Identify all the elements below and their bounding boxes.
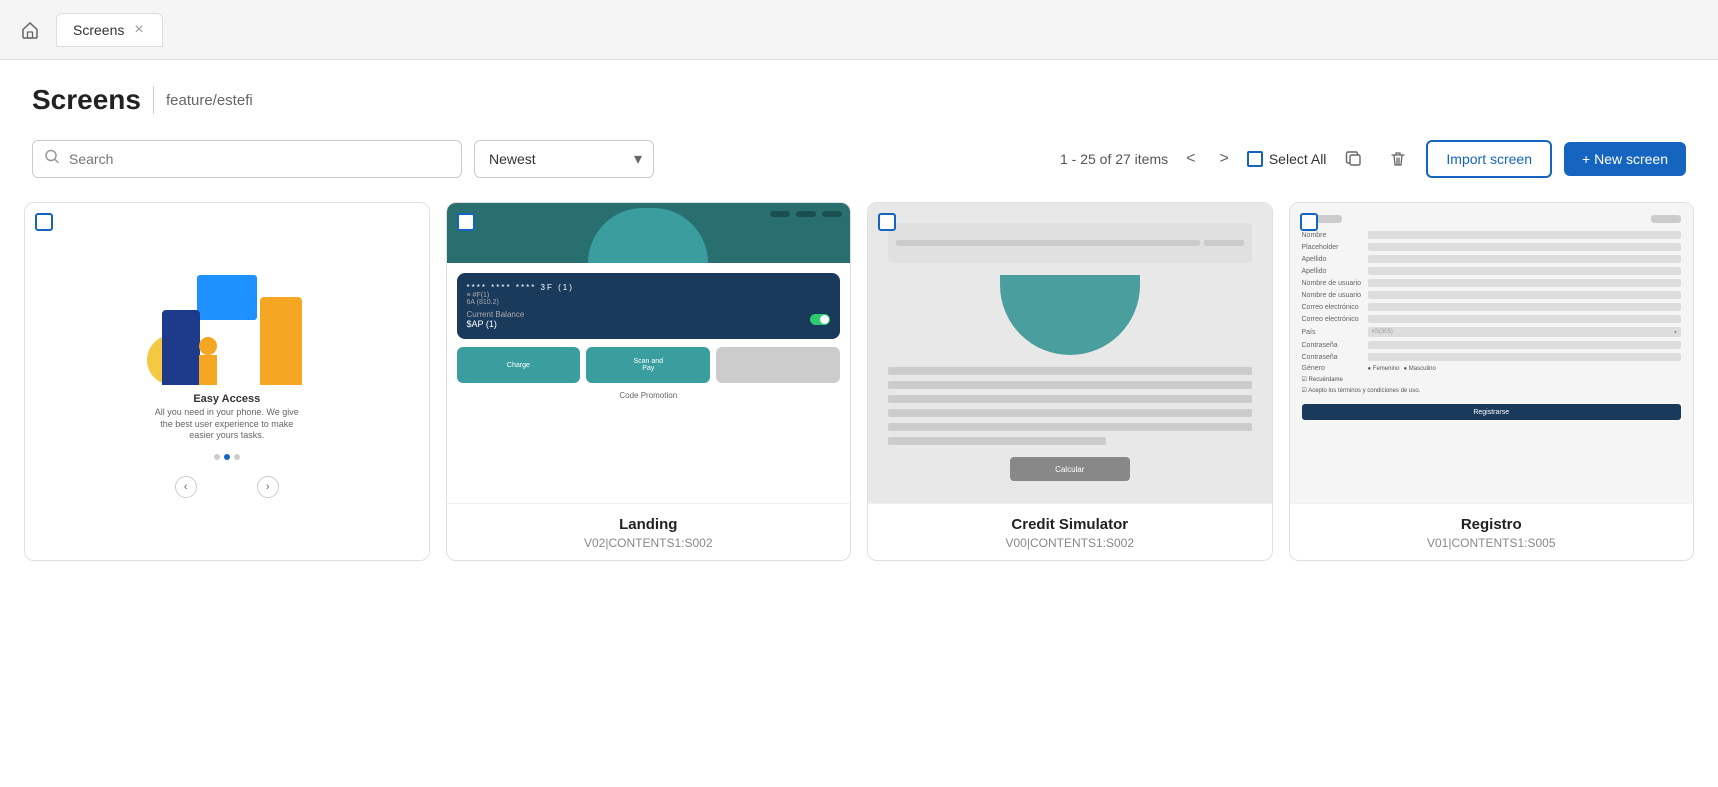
card-2-preview: **** **** **** 3F (1) ≡ #F(1) 6A (810.2)… (447, 203, 851, 503)
tab-close-button[interactable]: × (132, 22, 145, 38)
card-1-preview: Easy Access All you need in your phone. … (25, 203, 429, 560)
card-4-footer: Registro V01|CONTENTS1:S005 (1290, 503, 1694, 560)
prev-page-button[interactable]: < (1180, 146, 1201, 172)
next-page-button[interactable]: > (1213, 146, 1234, 172)
onboarding-text-block: Easy Access All you need in your phone. … (155, 393, 299, 442)
registro-preview: Nombre Placeholder Apellido Apellido Nom… (1290, 203, 1694, 503)
card-4-name: Registro (1304, 516, 1680, 533)
cards-grid: Easy Access All you need in your phone. … (24, 202, 1694, 561)
sort-select[interactable]: Newest Oldest A-Z Z-A (474, 140, 654, 178)
toolbar: Newest Oldest A-Z Z-A ▾ 1 - 25 of 27 ite… (0, 132, 1718, 194)
card-4-id: V01|CONTENTS1:S005 (1304, 536, 1680, 550)
onboarding-arrows: ‹ › (175, 476, 279, 498)
search-input[interactable] (32, 140, 462, 178)
cards-container: Easy Access All you need in your phone. … (0, 194, 1718, 787)
select-all-wrapper: Select All (1247, 151, 1327, 167)
import-screen-button[interactable]: Import screen (1426, 140, 1552, 178)
card-3-footer: Credit Simulator V00|CONTENTS1:S002 (868, 503, 1272, 560)
card-registro[interactable]: Nombre Placeholder Apellido Apellido Nom… (1289, 202, 1695, 561)
search-icon (44, 149, 60, 170)
copy-button[interactable] (1338, 143, 1370, 175)
home-button[interactable] (12, 12, 48, 48)
credit-bubble (1000, 275, 1140, 355)
card-3-name: Credit Simulator (882, 516, 1258, 533)
card-1-checkbox[interactable] (35, 213, 53, 231)
card-3-checkbox-wrap (878, 213, 896, 236)
card-4-checkbox[interactable] (1300, 213, 1318, 231)
card-2-id: V02|CONTENTS1:S002 (461, 536, 837, 550)
landing-nav (770, 211, 842, 217)
select-all-label: Select All (1269, 151, 1327, 167)
landing-arch (588, 208, 708, 263)
landing-body: **** **** **** 3F (1) ≡ #F(1) 6A (810.2)… (447, 263, 851, 503)
registro-header-bar (1302, 215, 1682, 223)
top-bar: Screens × (0, 0, 1718, 60)
card-4-checkbox-wrap (1300, 213, 1318, 236)
pagination-info: 1 - 25 of 27 items (1060, 151, 1168, 167)
card-1-footer: Onboarding Step 2 V01|CONTENTS1:S002 (25, 560, 429, 561)
delete-button[interactable] (1382, 143, 1414, 175)
card-2-checkbox[interactable] (457, 213, 475, 231)
search-wrapper (32, 140, 462, 178)
onboarding-illustration (147, 265, 307, 385)
balance-card: **** **** **** 3F (1) ≡ #F(1) 6A (810.2)… (457, 273, 841, 339)
more-btn (716, 347, 840, 383)
calcular-button: Calcular (1010, 457, 1130, 481)
sort-select-wrapper: Newest Oldest A-Z Z-A ▾ (474, 140, 654, 178)
landing-preview: **** **** **** 3F (1) ≡ #F(1) 6A (810.2)… (447, 203, 851, 503)
new-screen-button[interactable]: + New screen (1564, 142, 1686, 176)
card-2-footer: Landing V02|CONTENTS1:S002 (447, 503, 851, 560)
card-3-preview: Calcular (868, 203, 1272, 503)
branch-label: feature/estefi (166, 92, 253, 109)
main-content: Screens feature/estefi Newest Oldest A-Z… (0, 60, 1718, 787)
screens-tab[interactable]: Screens × (56, 13, 163, 47)
card-credit-simulator[interactable]: Calcular Credit Simulator V00|CONTENTS1:… (867, 202, 1273, 561)
registro-form: Nombre Placeholder Apellido Apellido Nom… (1302, 231, 1682, 420)
registrarse-button: Registrarse (1302, 404, 1682, 420)
toggle-on (810, 314, 830, 325)
card-landing[interactable]: **** **** **** 3F (1) ≡ #F(1) 6A (810.2)… (446, 202, 852, 561)
card-onboarding-step-2[interactable]: Easy Access All you need in your phone. … (24, 202, 430, 561)
page-title: Screens (32, 84, 141, 116)
card-2-name: Landing (461, 516, 837, 533)
tab-label: Screens (73, 22, 124, 38)
header-divider (153, 86, 154, 114)
landing-header (447, 203, 851, 263)
card-3-id: V00|CONTENTS1:S002 (882, 536, 1258, 550)
card-3-checkbox[interactable] (878, 213, 896, 231)
select-all-checkbox[interactable] (1247, 151, 1263, 167)
card-4-preview: Nombre Placeholder Apellido Apellido Nom… (1290, 203, 1694, 503)
onboarding-dots (214, 454, 240, 460)
page-header: Screens feature/estefi (0, 60, 1718, 132)
card-2-checkbox-wrap (457, 213, 475, 236)
card-1-checkbox-wrap (35, 213, 53, 236)
credit-preview: Calcular (868, 203, 1272, 503)
scan-btn: Scan andPay (586, 347, 710, 383)
action-buttons: Charge Scan andPay (457, 347, 841, 383)
charge-btn: Charge (457, 347, 581, 383)
promo-label: Code Promotion (457, 391, 841, 400)
credit-form (888, 367, 1252, 445)
